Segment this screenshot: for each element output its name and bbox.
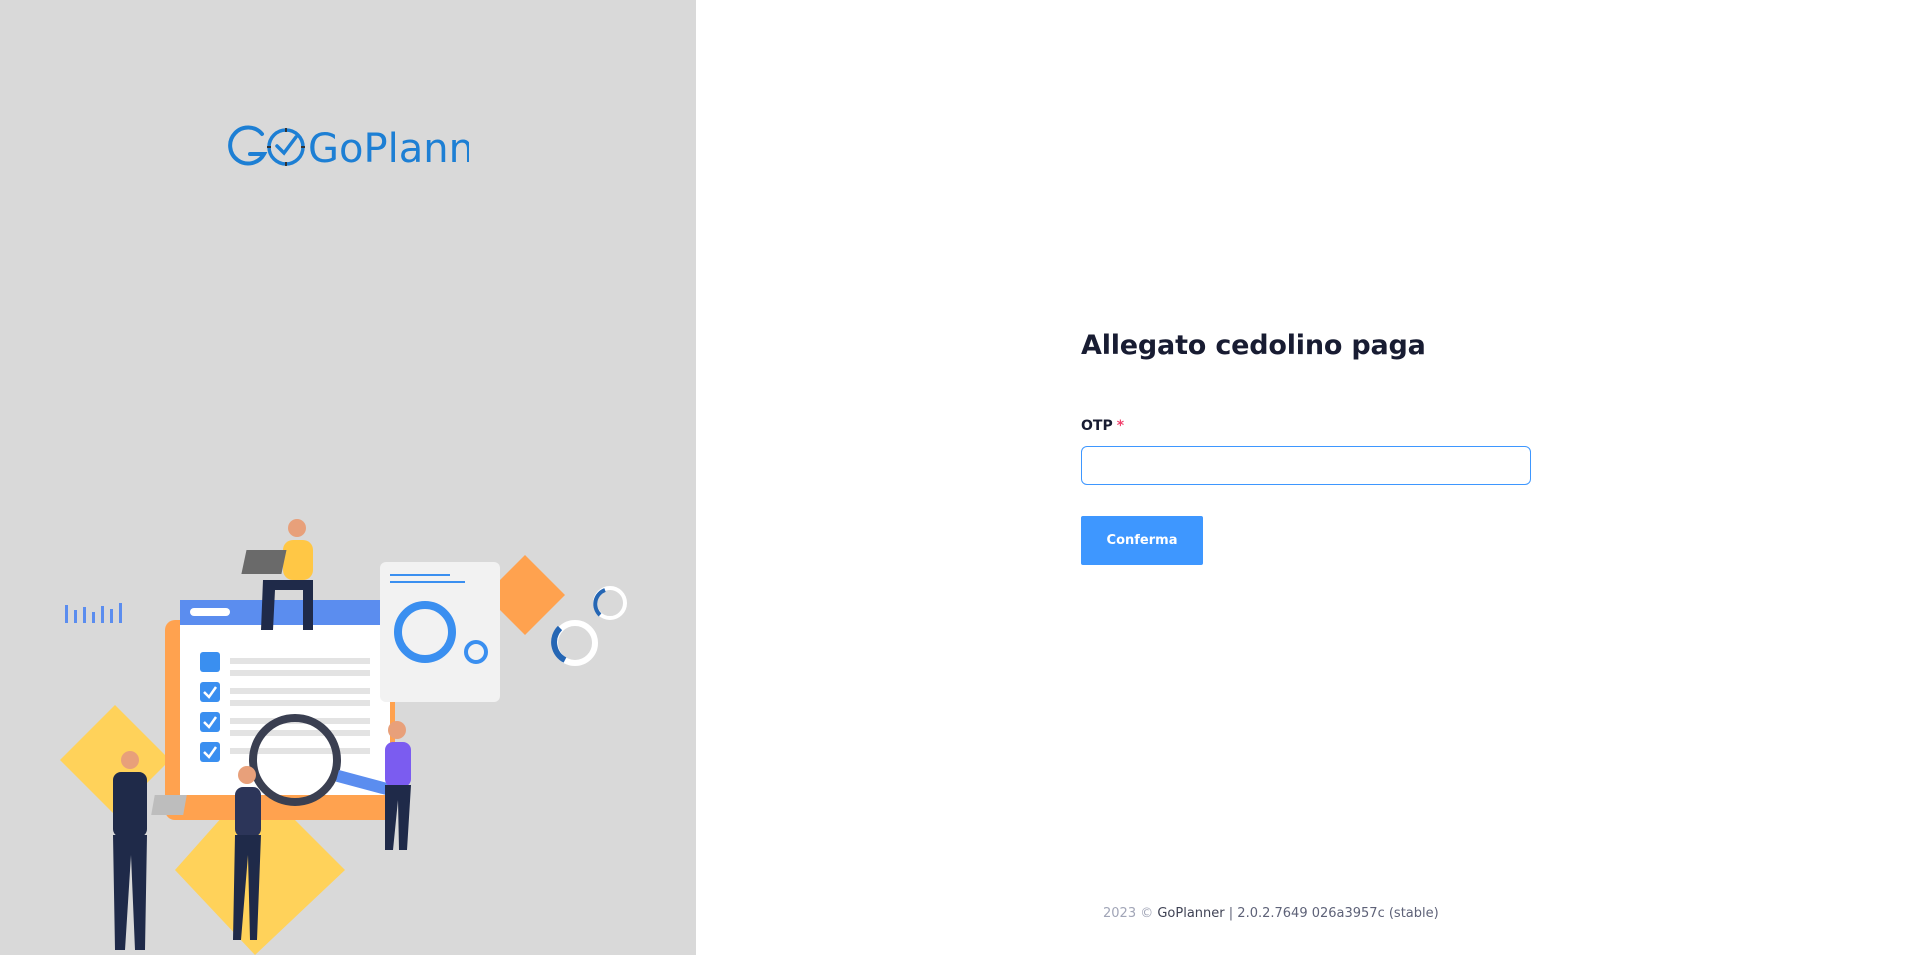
footer-version: | 2.0.2.7649 026a3957c (stable) bbox=[1228, 906, 1439, 921]
otp-label-text: OTP bbox=[1081, 418, 1113, 434]
team-checklist-illustration bbox=[60, 519, 627, 955]
otp-input[interactable] bbox=[1081, 446, 1531, 485]
left-panel: GoPlanner bbox=[0, 0, 696, 955]
right-panel: Allegato cedolino paga OTP * Conferma 202… bbox=[696, 0, 1908, 955]
logo-text: GoPlanner bbox=[308, 126, 469, 170]
page-title: Allegato cedolino paga bbox=[1081, 330, 1426, 361]
footer: 2023 © GoPlanner | 2.0.2.7649 026a3957c … bbox=[1103, 906, 1439, 921]
goplanner-logo: GoPlanner bbox=[228, 125, 469, 170]
confirm-button[interactable]: Conferma bbox=[1081, 516, 1203, 565]
otp-label: OTP * bbox=[1081, 418, 1124, 434]
footer-brand: GoPlanner bbox=[1157, 906, 1225, 921]
required-marker: * bbox=[1116, 418, 1125, 434]
footer-year: 2023 © bbox=[1103, 906, 1154, 921]
